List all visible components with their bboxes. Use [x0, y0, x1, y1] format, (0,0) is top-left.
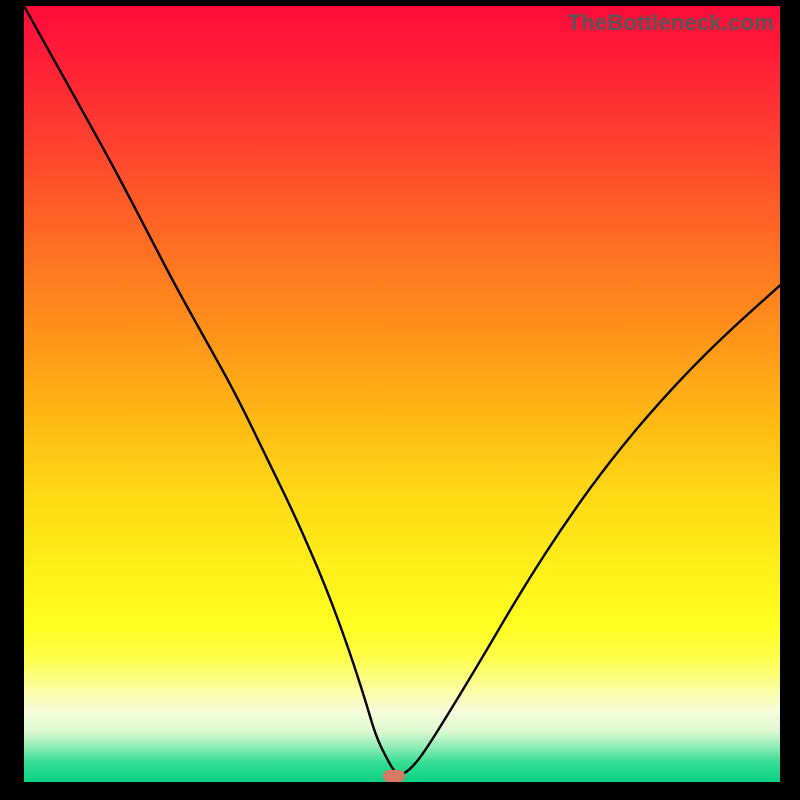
plot-frame: TheBottleneck.com [24, 6, 780, 782]
minimum-marker [383, 770, 405, 782]
gradient-background [24, 6, 780, 782]
watermark-text: TheBottleneck.com [568, 10, 774, 36]
